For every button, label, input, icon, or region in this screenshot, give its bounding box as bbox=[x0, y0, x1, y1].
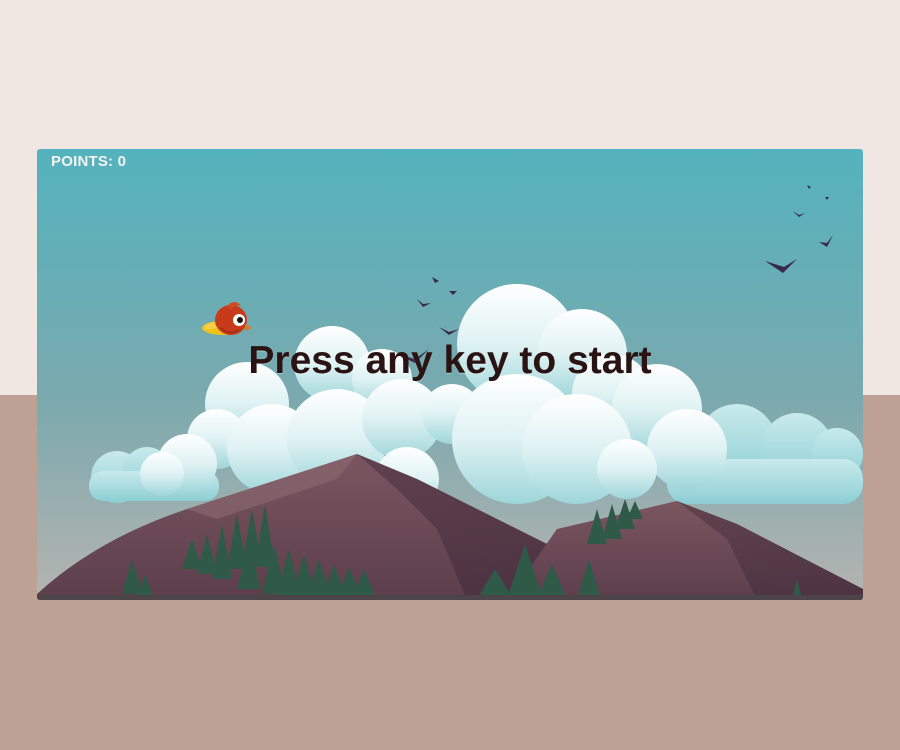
start-prompt: Press any key to start bbox=[248, 339, 652, 382]
score-display: POINTS: 0 bbox=[51, 153, 127, 170]
ground bbox=[37, 595, 863, 600]
page: POINTS: 0 Press any key to start bbox=[0, 0, 900, 750]
game-canvas[interactable]: POINTS: 0 Press any key to start bbox=[37, 149, 863, 600]
